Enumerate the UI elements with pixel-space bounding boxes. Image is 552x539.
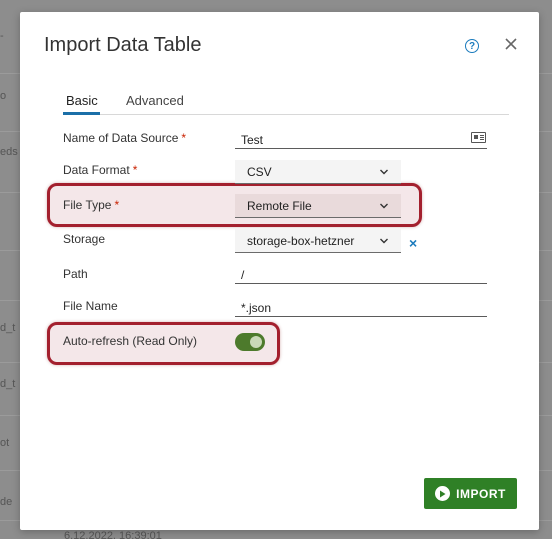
chevron-down-icon <box>380 169 388 174</box>
data-format-value: CSV <box>247 164 272 179</box>
auto-refresh-label: Auto-refresh (Read Only) <box>63 334 198 348</box>
id-card-icon[interactable] <box>471 132 486 143</box>
path-input[interactable] <box>235 262 487 284</box>
path-label: Path <box>63 267 88 281</box>
required-marker: * <box>114 198 120 212</box>
required-marker: * <box>132 163 138 177</box>
file-type-select[interactable]: Remote File <box>235 194 401 218</box>
import-button[interactable]: IMPORT <box>424 478 517 509</box>
background-cell-text: ot <box>0 437 10 449</box>
data-format-select[interactable]: CSV <box>235 160 401 184</box>
background-cell-text: d_t <box>0 322 16 334</box>
file-name-label: File Name <box>63 299 118 313</box>
tab-basic[interactable]: Basic <box>66 93 98 108</box>
file-name-input[interactable] <box>235 295 487 317</box>
active-tab-indicator <box>63 112 100 115</box>
chevron-down-icon <box>380 238 388 243</box>
background-cell-text: d_t <box>0 378 16 390</box>
clear-storage-icon[interactable]: × <box>409 235 417 251</box>
close-icon[interactable] <box>503 36 519 52</box>
import-button-label: IMPORT <box>456 486 506 501</box>
tab-advanced[interactable]: Advanced <box>126 93 184 108</box>
data-format-label: Data Format * <box>63 163 138 177</box>
help-icon[interactable]: ? <box>465 39 479 53</box>
dialog-title: Import Data Table <box>44 34 202 56</box>
background-cell-text: - <box>0 30 4 42</box>
file-type-label: File Type * <box>63 198 120 212</box>
chevron-down-icon <box>380 203 388 208</box>
background-cell-text: o <box>0 90 7 102</box>
name-of-data-source-input[interactable] <box>235 127 487 149</box>
required-marker: * <box>181 131 187 145</box>
background-cell-text: eds <box>0 146 18 158</box>
import-data-table-dialog: Import Data Table ? Basic Advanced Name … <box>20 12 539 530</box>
storage-select[interactable]: storage-box-hetzner <box>235 229 401 253</box>
storage-label: Storage <box>63 232 106 246</box>
play-icon <box>435 486 451 501</box>
storage-value: storage-box-hetzner <box>247 233 355 248</box>
background-date-text: 6.12.2022, 16:39:01 <box>64 530 162 539</box>
file-type-value: Remote File <box>247 198 312 213</box>
background-cell-text: de <box>0 496 13 508</box>
name-of-data-source-label: Name of Data Source * <box>63 131 187 145</box>
toggle-knob <box>250 336 262 348</box>
auto-refresh-toggle[interactable] <box>235 333 265 351</box>
